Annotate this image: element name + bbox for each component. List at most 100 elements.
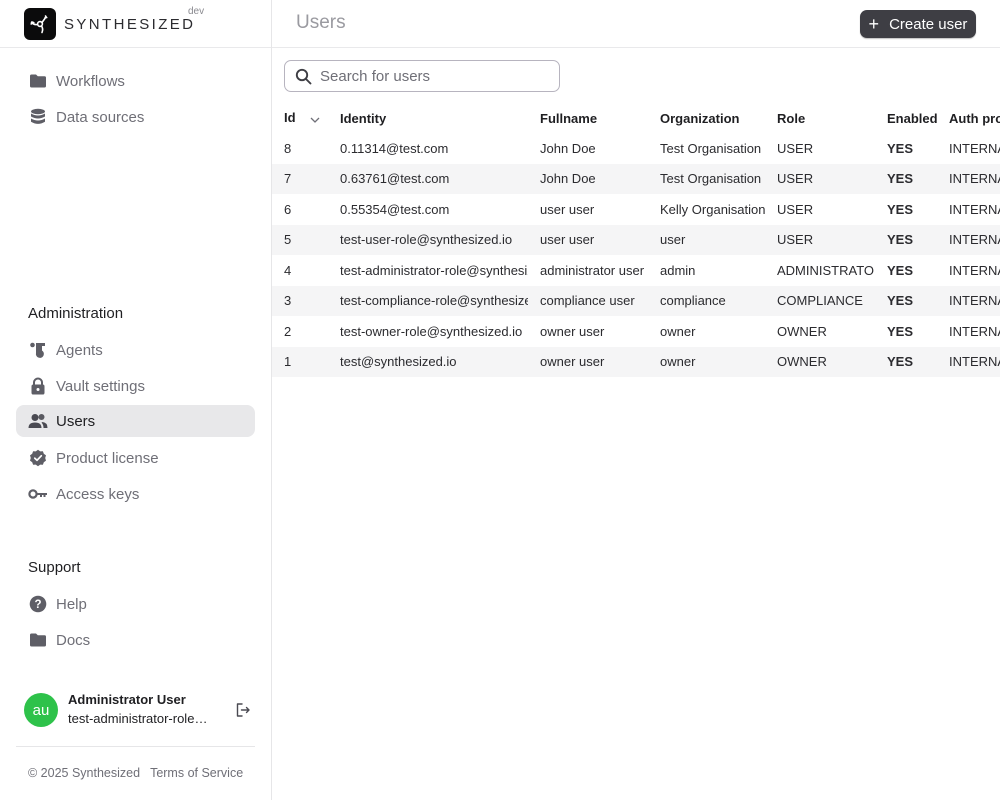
sidebar-item-access-keys[interactable]: Access keys [16, 478, 255, 510]
cell-enabled: YES [875, 224, 937, 255]
cell-fullname: owner user [528, 346, 648, 377]
cell-organization: Test Organisation [648, 163, 765, 194]
column-header-role[interactable]: Role [765, 103, 875, 133]
sidebar-item-users[interactable]: Users [16, 405, 255, 437]
sidebar-item-label: Product license [56, 449, 159, 467]
sidebar-item-data-sources[interactable]: Data sources [16, 101, 255, 133]
cell-role: ADMINISTRATOR [777, 262, 875, 278]
cell-identity: test-owner-role@synthesized.io [340, 323, 523, 339]
column-header-enabled[interactable]: Enabled [875, 103, 937, 133]
cell-role: USER [765, 163, 875, 194]
footer: © 2025 Synthesized Terms of Service [28, 766, 243, 780]
cell-auth-provider: INTERNAL [937, 346, 1000, 377]
divider [16, 746, 255, 747]
plus-icon: + [868, 14, 880, 34]
cell-auth-provider: INTERNAL [949, 201, 1000, 217]
cell-organization: Test Organisation [660, 140, 762, 156]
cell-organization: Kelly Organisation [660, 201, 765, 217]
create-user-button[interactable]: + Create user [860, 10, 976, 38]
create-user-label: Create user [889, 15, 968, 33]
cell-id: 3 [272, 285, 328, 316]
table-row[interactable]: 5 test-user-role@synthesized.io user user u… [272, 224, 1000, 255]
database-icon [28, 107, 48, 127]
agents-icon [28, 340, 48, 360]
sidebar-item-label: Help [56, 595, 87, 613]
cell-fullname: user user [528, 224, 648, 255]
cell-identity: 0.63761@test.com [328, 163, 528, 194]
cell-identity: test-user-role@synthesized.io [328, 224, 528, 255]
cell-fullname: compliance user [528, 285, 648, 316]
cell-role: OWNER [765, 346, 875, 377]
cell-organization: user [648, 224, 765, 255]
folder-icon [28, 630, 48, 650]
synthesized-logo-icon [24, 8, 56, 40]
logout-button[interactable] [233, 700, 253, 720]
svg-text:?: ? [34, 599, 41, 611]
table-row[interactable]: 2 test-owner-role@synthesized.io owner use… [272, 316, 1000, 347]
sidebar-item-agents[interactable]: Agents [16, 334, 255, 366]
sidebar-item-label: Data sources [56, 108, 145, 126]
cell-id: 1 [272, 346, 328, 377]
logout-icon [236, 703, 250, 717]
cell-fullname: administrator user [540, 262, 645, 278]
sidebar-item-workflows[interactable]: Workflows [16, 65, 255, 97]
cell-organization: owner [648, 346, 765, 377]
divider [0, 47, 271, 48]
sidebar-item-label: Agents [56, 341, 103, 359]
cell-organization: owner [660, 323, 696, 339]
brand[interactable]: SYNTHESIZED dev [24, 6, 204, 40]
lock-icon [28, 376, 48, 396]
cell-auth-provider: INTERNAL [937, 163, 1000, 194]
environment-badge: dev [188, 6, 205, 17]
column-header-auth-provider[interactable]: Auth provider [937, 103, 1000, 133]
sidebar-item-label: Users [56, 412, 96, 430]
table-row[interactable]: 1 test@synthesized.io owner user owner OWNER… [272, 346, 1000, 377]
table-row[interactable]: 8 0.11314@test.com John Doe Test Organisati… [272, 133, 1000, 164]
app: SYNTHESIZED dev Workflows Data sources A… [0, 0, 1000, 800]
search-box[interactable] [284, 60, 560, 92]
copyright-text: © 2025 Synthesized [28, 766, 141, 780]
table-row[interactable]: 7 0.63761@test.com John Doe Test Organisati… [272, 163, 1000, 194]
cell-enabled: YES [875, 163, 937, 194]
sidebar: SYNTHESIZED dev Workflows Data sources A… [0, 0, 272, 800]
terms-of-service-link[interactable]: Terms of Service [150, 766, 243, 780]
folder-icon [28, 71, 48, 91]
page-header: Users + Create user [272, 0, 1000, 48]
sidebar-item-label: Docs [56, 631, 91, 649]
user-info: Administrator User test-administrator-ro… [68, 691, 213, 729]
users-icon [28, 411, 48, 431]
cell-id: 6 [284, 201, 292, 217]
table-row[interactable]: 6 0.55354@test.com user user Kelly Organisa… [272, 194, 1000, 225]
sidebar-item-docs[interactable]: Docs [16, 624, 255, 656]
cell-auth-provider: INTERNAL [949, 262, 1000, 278]
cell-fullname: owner user [540, 323, 605, 339]
cell-role: OWNER [777, 323, 827, 339]
sidebar-item-product-license[interactable]: Product license [16, 442, 255, 474]
cell-id: 7 [272, 163, 328, 194]
cell-id: 4 [284, 262, 292, 278]
cell-enabled: YES [887, 262, 914, 278]
current-user: au Administrator User test-administrator… [24, 690, 254, 730]
search-icon [295, 68, 312, 85]
search-input[interactable] [320, 67, 540, 85]
table-row[interactable]: 3test-compliance-role@synthesized.iocomp… [272, 285, 1000, 316]
cell-role: USER [777, 140, 814, 156]
cell-enabled: YES [887, 201, 914, 217]
cell-id: 2 [284, 323, 292, 339]
sidebar-item-vault-settings[interactable]: Vault settings [16, 370, 255, 402]
column-header-fullname[interactable]: Fullname [528, 103, 648, 133]
column-header-organization[interactable]: Organization [648, 103, 765, 133]
avatar[interactable]: au [24, 693, 58, 727]
verified-badge-icon [28, 448, 48, 468]
key-icon [28, 484, 48, 504]
chevron-down-icon[interactable] [310, 111, 320, 126]
sidebar-item-help[interactable]: ? Help [16, 588, 255, 620]
column-header-identity[interactable]: Identity [328, 103, 528, 133]
cell-id: 5 [272, 224, 328, 255]
cell-enabled: YES [875, 346, 937, 377]
page-title: Users [296, 12, 346, 33]
cell-fullname: user user [540, 201, 595, 217]
cell-identity: 0.11314@test.com [340, 140, 449, 156]
table-row[interactable]: 4 test-administrator-role@synthesized.io a… [272, 255, 1000, 286]
column-header-id[interactable]: Id [272, 103, 328, 133]
